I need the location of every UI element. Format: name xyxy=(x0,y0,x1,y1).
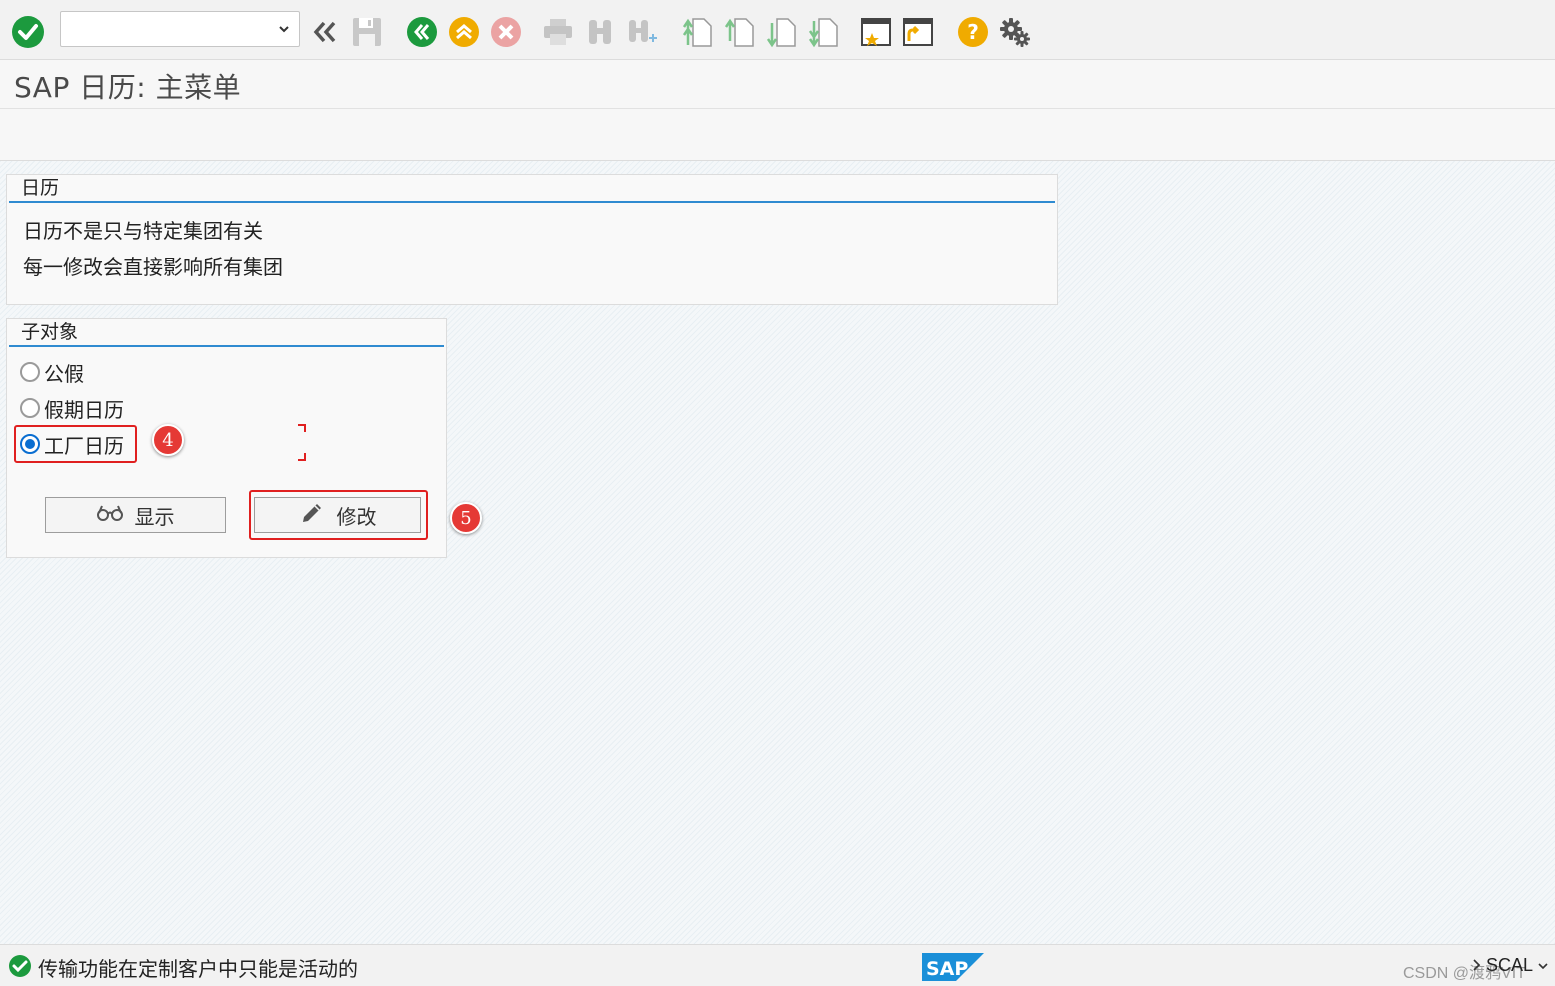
command-input[interactable] xyxy=(61,12,299,46)
enter-icon[interactable] xyxy=(10,14,46,50)
annotation-corner xyxy=(298,424,306,432)
previous-page-icon[interactable] xyxy=(722,14,758,50)
display-button[interactable]: 显示 xyxy=(45,497,226,533)
step-marker: 4 xyxy=(152,424,184,456)
back-icon[interactable] xyxy=(404,14,440,50)
system-info[interactable]: SCAL xyxy=(1472,955,1549,976)
radio-label: 公假 xyxy=(44,361,84,386)
help-icon[interactable]: ? xyxy=(955,14,991,50)
exit-icon[interactable] xyxy=(446,14,482,50)
system-name: SCAL xyxy=(1486,955,1534,975)
success-icon xyxy=(8,954,32,982)
step-number: 4 xyxy=(162,429,174,451)
glasses-icon xyxy=(96,503,123,527)
group-title: 子对象 xyxy=(9,319,444,347)
title-bar: SAP 日历: 主菜单 xyxy=(0,60,1555,109)
sap-logo: SAP xyxy=(922,953,984,981)
double-chevron-left-icon[interactable] xyxy=(306,14,342,50)
command-field[interactable] xyxy=(60,11,300,47)
status-message[interactable]: 传输功能在定制客户中只能是活动的 xyxy=(38,953,358,982)
radio-button[interactable] xyxy=(20,398,40,418)
radio-public-holiday[interactable]: 公假 xyxy=(20,358,84,386)
first-page-icon[interactable] xyxy=(680,14,716,50)
step-marker: 5 xyxy=(450,502,482,534)
info-line: 日历不是只与特定集团有关 xyxy=(23,219,263,243)
application-toolbar xyxy=(0,109,1555,161)
save-icon[interactable] xyxy=(349,14,385,50)
print-icon[interactable] xyxy=(540,14,576,50)
radio-label: 假期日历 xyxy=(44,397,124,422)
annotation-corner xyxy=(298,453,306,461)
svg-text:?: ? xyxy=(967,20,979,44)
group-title: 日历 xyxy=(9,175,1055,203)
last-page-icon[interactable] xyxy=(806,14,842,50)
settings-icon[interactable] xyxy=(997,14,1033,50)
button-label: 显示 xyxy=(134,504,175,529)
annotation-highlight-factory-calendar xyxy=(14,425,137,463)
annotation-highlight-change-button xyxy=(249,490,428,540)
chevron-down-icon[interactable] xyxy=(277,21,291,40)
calendar-info-group: 日历 日历不是只与特定集团有关 每一修改会直接影响所有集团 xyxy=(6,174,1058,305)
step-number: 5 xyxy=(460,507,472,529)
find-next-icon[interactable] xyxy=(624,14,660,50)
status-bar: 传输功能在定制客户中只能是活动的 SAP CSDN @渡鸦VIT SCAL xyxy=(0,944,1555,986)
info-line: 每一修改会直接影响所有集团 xyxy=(23,255,283,279)
page-title: SAP 日历: 主菜单 xyxy=(14,71,242,104)
new-session-icon[interactable] xyxy=(858,14,894,50)
find-icon[interactable] xyxy=(582,14,618,50)
main-content: 日历 日历不是只与特定集团有关 每一修改会直接影响所有集团 子对象 公假 假期日… xyxy=(0,161,1555,944)
radio-button[interactable] xyxy=(20,362,40,382)
shortcut-icon[interactable] xyxy=(900,14,936,50)
chevron-right-icon xyxy=(1472,955,1482,976)
toolbar: ? xyxy=(0,0,1555,60)
svg-text:SAP: SAP xyxy=(926,958,968,980)
next-page-icon[interactable] xyxy=(764,14,800,50)
cancel-icon[interactable] xyxy=(488,14,524,50)
chevron-down-icon[interactable] xyxy=(1537,955,1549,976)
radio-holiday-calendar[interactable]: 假期日历 xyxy=(20,394,124,422)
